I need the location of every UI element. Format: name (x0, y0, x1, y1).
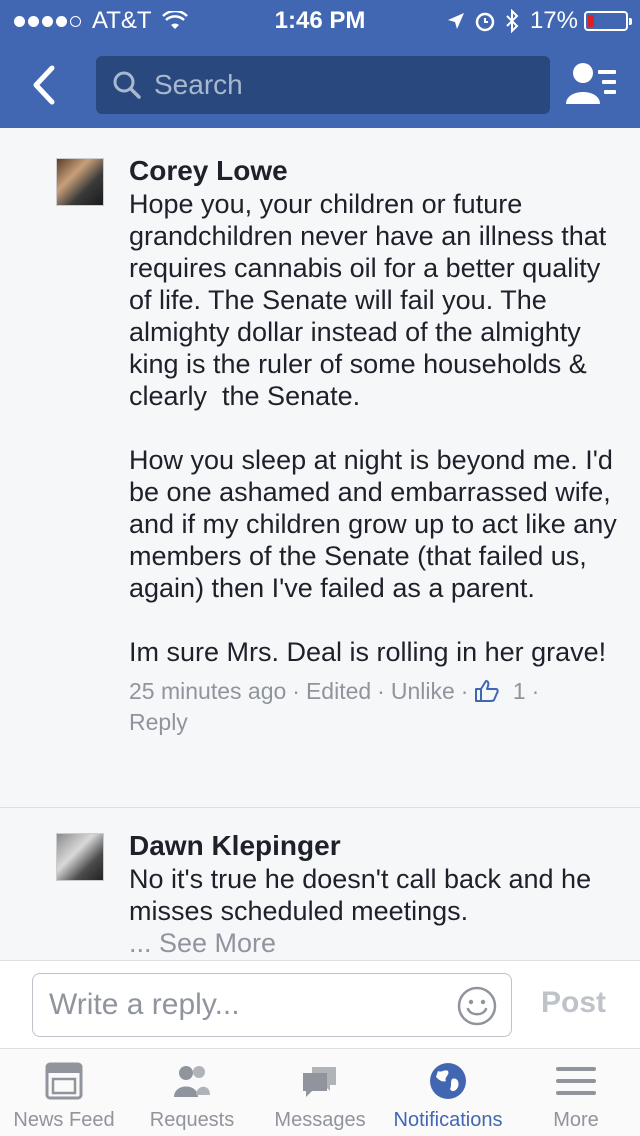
tab-bar: News Feed Requests Messages Notification… (0, 1048, 640, 1136)
tab-label: More (553, 1109, 599, 1131)
tab-more[interactable]: More (512, 1049, 640, 1136)
unlike-button[interactable]: Unlike (391, 678, 455, 704)
see-more-link[interactable]: ... See More (129, 927, 619, 959)
status-bar: AT&T 1:46 PM 17% (0, 0, 640, 40)
comment-meta: 25 minutes ago · Edited · Unlike · 1 · Reply (129, 678, 540, 735)
comment-body: Corey Lowe Hope you, your children or fu… (129, 154, 619, 738)
comment-timestamp[interactable]: 25 minutes ago (129, 678, 286, 704)
globe-icon (430, 1063, 466, 1099)
status-right: 17% (446, 7, 632, 35)
search-input[interactable]: Search (96, 56, 550, 114)
bluetooth-icon (506, 9, 519, 33)
search-icon (113, 71, 141, 99)
comments-thread: Corey Lowe Hope you, your children or fu… (0, 128, 640, 960)
reply-placeholder: Write a reply... (49, 988, 240, 1021)
battery-percent: 17% (529, 7, 578, 34)
comment-author[interactable]: Corey Lowe (129, 154, 619, 188)
thumbs-up-icon (475, 680, 500, 702)
back-chevron-icon[interactable] (24, 60, 68, 110)
search-placeholder: Search (154, 69, 243, 100)
comment-author[interactable]: Dawn Klepinger (129, 829, 619, 863)
emoji-icon[interactable] (455, 984, 499, 1028)
comment-text: Hope you, your children or future grandc… (129, 189, 617, 667)
friend-requests-icon (174, 1066, 210, 1097)
top-bar: AT&T 1:46 PM 17% Search (0, 0, 640, 128)
post-button[interactable]: Post (541, 986, 606, 1020)
comment-body: Dawn Klepinger No it's true he doesn't c… (129, 829, 619, 959)
edited-label[interactable]: Edited (306, 678, 371, 704)
menu-icon (556, 1067, 596, 1095)
news-feed-icon (45, 1062, 83, 1100)
alarm-icon (475, 12, 495, 32)
battery-icon (584, 11, 632, 31)
location-arrow-icon (447, 13, 464, 29)
avatar[interactable] (56, 833, 104, 881)
tab-notifications[interactable]: Notifications (384, 1049, 512, 1136)
tab-label: Requests (149, 1109, 235, 1131)
reply-composer: Write a reply... Post (0, 960, 640, 1048)
messages-icon (303, 1067, 336, 1097)
tab-label: News Feed (13, 1109, 115, 1131)
comment-item: Dawn Klepinger No it's true he doesn't c… (0, 809, 640, 960)
comment-item: Corey Lowe Hope you, your children or fu… (0, 128, 640, 808)
reply-input[interactable]: Write a reply... (32, 973, 512, 1037)
tab-messages[interactable]: Messages (256, 1049, 384, 1136)
reply-button[interactable]: Reply (129, 709, 188, 735)
tab-label: Messages (274, 1109, 366, 1131)
like-count[interactable]: 1 (513, 678, 526, 704)
tab-label: Notifications (393, 1109, 503, 1131)
tab-requests[interactable]: Requests (128, 1049, 256, 1136)
friends-list-icon[interactable] (566, 60, 620, 108)
tab-news-feed[interactable]: News Feed (0, 1049, 128, 1136)
avatar[interactable] (56, 158, 104, 206)
comment-text: No it's true he doesn't call back and he… (129, 864, 599, 926)
